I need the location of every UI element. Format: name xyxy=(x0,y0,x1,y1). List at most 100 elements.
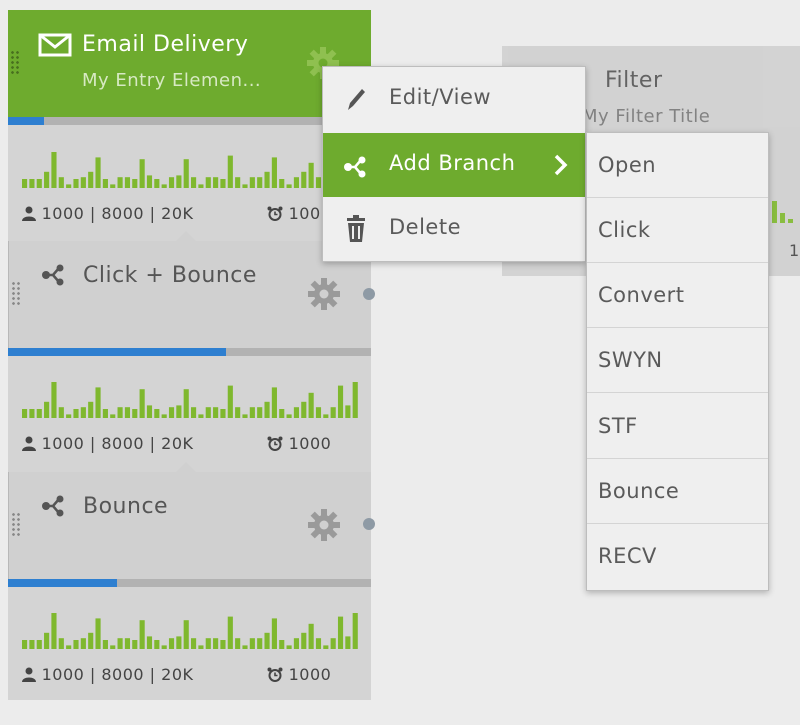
submenu-item-swyn[interactable]: SWYN xyxy=(587,328,768,393)
sparkline-bar xyxy=(198,184,204,188)
drag-handle-icon[interactable] xyxy=(10,50,20,74)
submenu-item-bounce[interactable]: Bounce xyxy=(587,459,768,524)
menu-item-add-branch[interactable]: Add Branch xyxy=(323,133,585,197)
branch-submenu: Open Click Convert SWYN STF Bounce RECV xyxy=(586,132,769,591)
branch-icon xyxy=(42,495,64,517)
sparkline-bar xyxy=(198,645,204,649)
sparkline-bar xyxy=(80,177,86,188)
sparkline-bar xyxy=(308,392,314,418)
sparkline-bar xyxy=(154,179,160,188)
sparkline-bar xyxy=(286,645,292,649)
sparkline-bar xyxy=(22,640,28,649)
stats-row: 1000 | 8000 | 20K xyxy=(22,204,194,223)
sparkline-bar xyxy=(58,638,64,649)
sparkline-bar xyxy=(257,177,263,188)
sparkline-bar xyxy=(183,620,189,649)
click-bounce-node[interactable]: Click + Bounce xyxy=(8,241,371,348)
sparkline-bar xyxy=(168,177,175,188)
sparkline-bar xyxy=(88,171,94,188)
stats-counts: 1000 | 8000 | 20K xyxy=(41,665,194,684)
sparkline-bar xyxy=(205,407,211,418)
sparkline-bar xyxy=(132,179,138,188)
stats-counts: 1000 | 8000 | 20K xyxy=(41,204,194,223)
trash-icon xyxy=(347,215,365,242)
submenu-item-label: Open xyxy=(598,153,657,177)
email-delivery-node[interactable]: Email Delivery My Entry Elemen... xyxy=(8,10,371,117)
sparkline-bar xyxy=(315,177,322,188)
sparkline-bar xyxy=(66,414,72,418)
user-icon xyxy=(22,436,36,451)
menu-item-delete[interactable]: Delete xyxy=(323,197,585,261)
drag-handle-icon[interactable] xyxy=(11,512,21,536)
submenu-item-label: SWYN xyxy=(598,348,663,372)
submenu-item-click[interactable]: Click xyxy=(587,198,768,263)
sparkline-bar xyxy=(51,613,57,649)
sparkline-bar xyxy=(102,409,108,418)
menu-item-edit-view[interactable]: Edit/View xyxy=(323,67,585,131)
sparkline-bar xyxy=(95,387,101,418)
sparkline-bar xyxy=(213,407,219,418)
gear-icon[interactable] xyxy=(307,277,341,311)
filter-card-subtitle: My Filter Title xyxy=(582,106,711,127)
sparkline-bar xyxy=(330,638,336,649)
sparkline-bar xyxy=(110,414,116,418)
sparkline-bar xyxy=(22,179,28,188)
connector-dot[interactable] xyxy=(363,518,375,530)
submenu-item-open[interactable]: Open xyxy=(587,133,768,198)
sparkline-bar xyxy=(73,179,79,188)
timer-stat: 1000 xyxy=(267,665,331,684)
sparkline-bar xyxy=(323,414,329,418)
sparkline-bar xyxy=(73,640,79,649)
sparkline-bar xyxy=(242,414,248,418)
sparkline-bar xyxy=(132,640,138,649)
sparkline-bar xyxy=(95,618,101,649)
sparkline-bar xyxy=(249,407,255,418)
sparkline-bar xyxy=(29,179,35,188)
sparkline-bar xyxy=(279,409,285,418)
sparkline-bar xyxy=(249,177,255,188)
sparkline-bar xyxy=(66,645,72,649)
sparkline-bar xyxy=(58,177,64,188)
sparkline-bar xyxy=(264,632,270,649)
sparkline-bar xyxy=(352,613,358,649)
sparkline-bar xyxy=(301,632,307,649)
sparkline-bar xyxy=(22,409,28,418)
sparkline-bar xyxy=(308,623,314,649)
sparkline-bar xyxy=(154,640,160,649)
activity-sparkline xyxy=(22,613,358,649)
sparkline-bar xyxy=(29,640,35,649)
activity-sparkline xyxy=(22,382,358,418)
sparkline-bar xyxy=(308,162,314,188)
filter-card-stat: 1 xyxy=(789,241,800,260)
submenu-item-label: Convert xyxy=(598,283,685,307)
sparkline-bar xyxy=(80,407,86,418)
node-subtitle: My Entry Elemen... xyxy=(82,70,262,91)
submenu-item-convert[interactable]: Convert xyxy=(587,263,768,328)
sparkline-bar xyxy=(58,407,64,418)
sparkline-bar xyxy=(161,414,167,418)
gear-icon[interactable] xyxy=(307,508,341,542)
progress-fill xyxy=(8,117,45,125)
alarm-clock-icon xyxy=(267,667,283,682)
sparkline-bar xyxy=(264,171,270,188)
bounce-node[interactable]: Bounce xyxy=(8,472,371,579)
connector-dot[interactable] xyxy=(363,288,375,300)
submenu-item-recv[interactable]: RECV xyxy=(587,524,768,589)
activity-sparkline xyxy=(22,152,358,188)
node-title: Email Delivery xyxy=(82,32,249,57)
sparkline-bar xyxy=(330,407,336,418)
sparkline-bar xyxy=(102,640,108,649)
timer-stat: 1000 xyxy=(267,434,331,453)
node-title: Bounce xyxy=(83,494,169,519)
drag-handle-icon[interactable] xyxy=(11,281,21,305)
sparkline-bar xyxy=(235,407,241,418)
sparkline-bar xyxy=(345,405,351,418)
sparkline-bar xyxy=(205,177,211,188)
sparkline-bar xyxy=(102,179,108,188)
sparkline-bar xyxy=(183,389,189,418)
filter-card-title: Filter xyxy=(605,68,663,93)
branch-icon xyxy=(344,156,366,178)
submenu-item-label: STF xyxy=(598,414,638,438)
submenu-item-stf[interactable]: STF xyxy=(587,394,768,459)
sparkline-bar xyxy=(124,407,131,418)
